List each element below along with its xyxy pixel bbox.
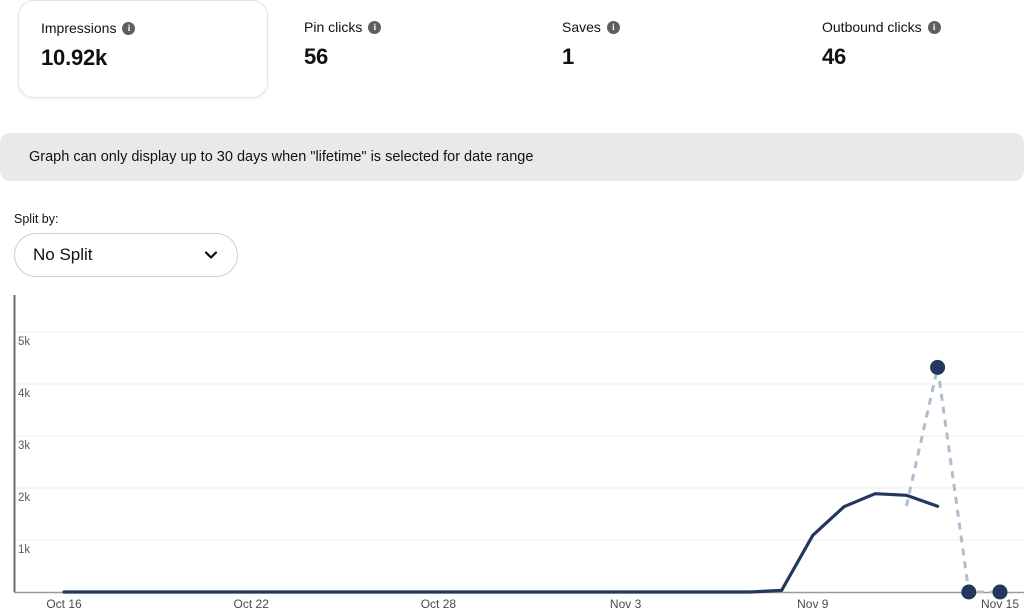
x-axis-tick-label: Nov 9 — [797, 597, 829, 611]
impressions-time-series-chart: 1k 2k 3k 4k 5k Oct 16 Oct 22 Oct 28 Nov 3 Nov 9 N… — [0, 290, 1024, 613]
metric-card-impressions[interactable]: Impressions i 10.92k — [18, 0, 268, 98]
chart-series-line-projected — [904, 365, 1000, 594]
split-by-control: Split by: No Split — [14, 211, 238, 277]
chevron-down-icon — [204, 251, 218, 259]
y-axis-tick-label: 3k — [18, 440, 30, 452]
split-by-select[interactable]: No Split — [14, 233, 238, 277]
x-axis-tick-label: Oct 22 — [234, 597, 270, 611]
y-axis-tick-label: 2k — [18, 492, 30, 504]
metric-label-row: Impressions i — [41, 19, 247, 37]
chart-gridlines — [15, 331, 1024, 541]
metric-label: Pin clicks — [304, 19, 363, 35]
y-axis-tick-label: 4k — [18, 388, 30, 400]
metric-label-row: Pin clicks i — [304, 18, 512, 36]
metric-label-row: Saves i — [562, 18, 770, 36]
x-axis-tick-label: Oct 16 — [46, 597, 82, 611]
chart-x-axis-labels: Oct 16 Oct 22 Oct 28 Nov 3 Nov 9 Nov 15 — [46, 597, 1019, 611]
metric-value: 1 — [562, 44, 575, 69]
info-icon[interactable]: i — [606, 20, 620, 34]
x-axis-tick-label: Oct 28 — [421, 597, 457, 611]
x-axis-tick-label: Nov 3 — [610, 597, 642, 611]
metric-value: 10.92k — [41, 45, 108, 70]
x-axis-tick-label: Nov 15 — [981, 597, 1019, 611]
metric-card-saves[interactable]: Saves i 1 — [540, 0, 790, 98]
chart-canvas: 1k 2k 3k 4k 5k Oct 16 Oct 22 Oct 28 Nov 3 Nov 9 N… — [13, 295, 1024, 611]
metric-card-outbound-clicks[interactable]: Outbound clicks i 46 — [800, 0, 1024, 98]
chart-y-axis-labels: 1k 2k 3k 4k 5k — [18, 336, 30, 556]
metric-card-pin-clicks[interactable]: Pin clicks i 56 — [282, 0, 532, 98]
metric-value: 56 — [304, 44, 329, 69]
graph-range-notice: Graph can only display up to 30 days whe… — [0, 133, 1024, 181]
split-by-label: Split by: — [14, 212, 59, 226]
metric-value: 46 — [822, 44, 847, 69]
metric-label: Saves — [562, 19, 601, 35]
notice-text: Graph can only display up to 30 days whe… — [29, 149, 534, 165]
y-axis-tick-label: 1k — [18, 544, 30, 556]
info-icon[interactable]: i — [927, 20, 941, 34]
metric-label: Outbound clicks — [822, 19, 922, 35]
metric-label-row: Outbound clicks i — [822, 18, 1004, 36]
data-point-marker[interactable] — [930, 359, 946, 375]
chart-series-line-actual — [62, 492, 940, 594]
data-point-marker[interactable] — [961, 584, 977, 600]
split-by-selected-value: No Split — [33, 245, 93, 264]
info-icon[interactable]: i — [368, 20, 382, 34]
metric-label: Impressions — [41, 20, 117, 36]
y-axis-tick-label: 5k — [18, 336, 30, 348]
info-icon[interactable]: i — [122, 21, 136, 35]
metrics-summary-row: Impressions i 10.92k Pin clicks i 56 Sav… — [0, 0, 1024, 110]
